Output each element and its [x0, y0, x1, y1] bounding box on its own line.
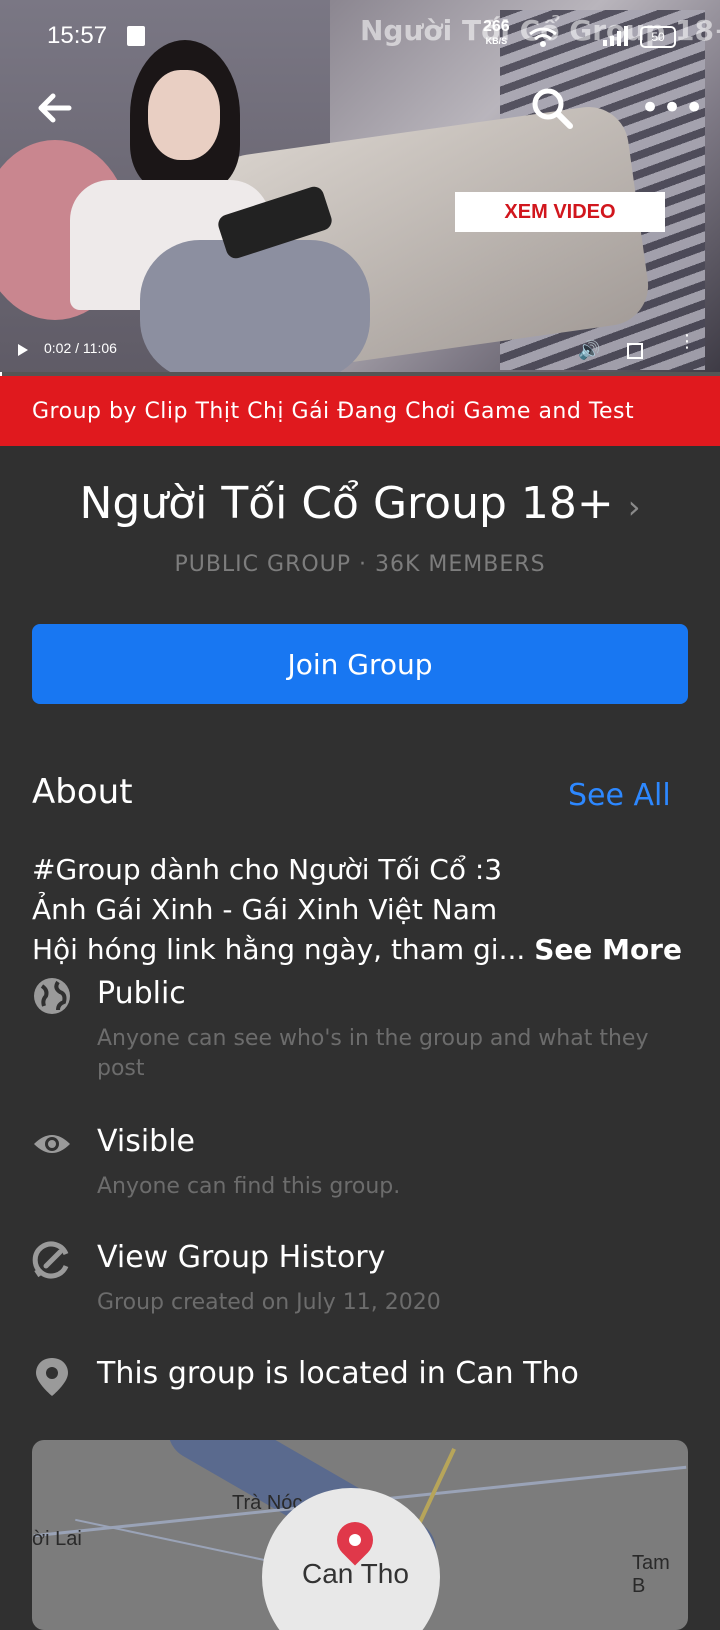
video-menu-icon[interactable]: ⋮: [678, 333, 696, 351]
status-bar: 15:57 266 KB/S 50: [0, 0, 720, 72]
video-frame-person: [70, 40, 370, 376]
signal-icon: [603, 26, 629, 46]
video-controls: 0:02 / 11:06 🔊 ⋮: [0, 333, 720, 370]
chevron-right-icon: ›: [627, 488, 641, 526]
group-meta: PUBLIC GROUP · 36K MEMBERS: [174, 552, 546, 577]
see-all-link[interactable]: See All: [568, 778, 671, 813]
location-map[interactable]: Trà Nóc ời Lai Tam B Can Tho: [32, 1440, 688, 1630]
volume-icon[interactable]: 🔊: [578, 340, 600, 361]
history-subtitle: Group created on July 11, 2020: [97, 1290, 441, 1315]
cover-caption-banner: Group by Clip Thịt Chị Gái Đang Chơi Gam…: [0, 376, 720, 446]
privacy-title: Public: [97, 976, 186, 1011]
about-heading: About: [32, 772, 133, 812]
visibility-title: Visible: [97, 1124, 195, 1159]
eye-icon: [32, 1124, 72, 1164]
group-title[interactable]: Người Tối Cổ Group 18+ ›: [0, 478, 720, 529]
status-time: 15:57: [47, 22, 108, 49]
map-label: Tam B: [632, 1552, 670, 1597]
battery-icon: 50: [640, 26, 676, 48]
watch-video-badge[interactable]: XEM VIDEO: [455, 192, 665, 232]
sim-card-icon: [127, 26, 145, 46]
more-options-icon[interactable]: •••: [640, 91, 706, 125]
visibility-subtitle: Anyone can find this group.: [97, 1174, 401, 1199]
privacy-subtitle: Anyone can see who's in the group and wh…: [97, 1026, 649, 1081]
search-icon[interactable]: [530, 86, 574, 130]
map-city-label: Can Tho: [302, 1558, 409, 1589]
description-line: Hội hóng link hằng ngày, tham gi...: [32, 933, 526, 966]
play-icon[interactable]: [18, 344, 28, 356]
network-speed: 266 KB/S: [483, 18, 510, 47]
location-pin-icon: [32, 1356, 72, 1396]
history-icon: [32, 1240, 72, 1280]
location-title: This group is located in Can Tho: [97, 1356, 579, 1391]
join-group-button[interactable]: Join Group: [32, 624, 688, 704]
back-arrow-icon[interactable]: [35, 88, 75, 128]
map-label: ời Lai: [32, 1528, 82, 1550]
fullscreen-icon[interactable]: [627, 343, 643, 359]
globe-icon: [32, 976, 72, 1016]
group-name: Người Tối Cổ Group 18+: [79, 478, 614, 529]
description-line: Ảnh Gái Xinh - Gái Xinh Việt Nam: [32, 893, 498, 926]
group-description: #Group dành cho Người Tối Cổ :3 Ảnh Gái …: [32, 850, 702, 970]
wifi-icon: [528, 26, 558, 54]
description-line: #Group dành cho Người Tối Cổ :3: [32, 853, 503, 886]
video-time: 0:02 / 11:06: [44, 340, 117, 356]
history-title: View Group History: [97, 1240, 386, 1275]
see-more-link[interactable]: See More: [534, 933, 682, 966]
